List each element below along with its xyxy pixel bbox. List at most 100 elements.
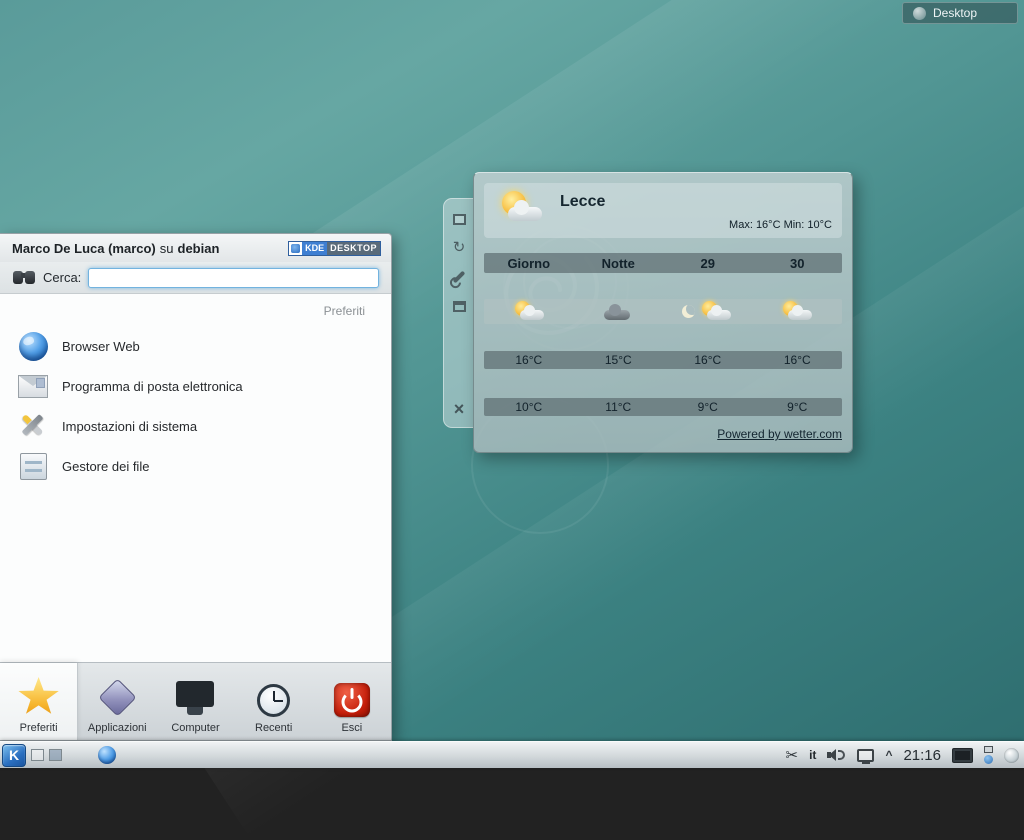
desktop-widget-icon [913, 7, 926, 20]
applications-icon [98, 678, 136, 716]
klipper-scissors-icon[interactable]: ✂ [786, 746, 799, 764]
search-icon [12, 269, 36, 286]
keyboard-layout-indicator[interactable]: it [809, 748, 816, 762]
menu-item-label: Gestore dei file [62, 459, 149, 474]
pager-icon[interactable] [49, 749, 62, 761]
tab-applicazioni[interactable]: Applicazioni [78, 663, 156, 740]
kmenu-label: K [9, 747, 19, 763]
weather-temp-cell: 16°C [753, 353, 843, 367]
section-label: Preferiti [0, 298, 391, 326]
weather-temp-cell: 16°C [663, 353, 753, 367]
tab-label: Preferiti [20, 722, 58, 734]
weather-temp-cell: 10°C [484, 400, 574, 414]
plug-icon[interactable] [984, 746, 993, 753]
weather-widget-handle[interactable]: ↻ × [443, 198, 474, 428]
weather-header: Lecce Max: 16°C Min: 10°C [484, 183, 842, 238]
kmenu-button[interactable]: K [2, 744, 26, 767]
desktop-widget-label: Desktop [933, 6, 977, 20]
search-label: Cerca: [43, 270, 81, 285]
weather-footer: Powered by wetter.com [484, 427, 842, 441]
computer-icon [176, 681, 214, 707]
show-desktop-icon[interactable] [31, 749, 44, 761]
weather-column-header: 30 [753, 256, 843, 271]
web-browser-launcher-icon[interactable] [98, 746, 116, 764]
weather-cell [484, 301, 574, 323]
weather-columns-row: Giorno Notte 29 30 [484, 253, 842, 273]
kickoff-search-row: Cerca: [0, 262, 391, 294]
weather-column-header: Notte [574, 256, 664, 271]
tools-icon [17, 410, 49, 442]
weather-temp-cell: 9°C [663, 400, 753, 414]
web-browser-icon [17, 330, 49, 362]
menu-item-label: Programma di posta elettronica [62, 379, 243, 394]
rotate-icon[interactable]: ↻ [451, 240, 467, 256]
weather-cell [574, 302, 664, 322]
cloudy-icon [604, 302, 632, 322]
tab-preferiti[interactable]: Preferiti [0, 663, 78, 740]
user-separator: su [160, 241, 174, 256]
resize-icon[interactable] [451, 211, 467, 227]
recent-clock-icon [257, 684, 290, 717]
panel-cashew-icon[interactable] [1004, 748, 1019, 763]
weather-temp-cell: 9°C [753, 400, 843, 414]
host-name: debian [178, 241, 220, 256]
weather-widget: Lecce Max: 16°C Min: 10°C Giorno Notte 2… [473, 172, 853, 453]
menu-item-system-settings[interactable]: Impostazioni di sistema [0, 406, 391, 446]
file-manager-icon [17, 450, 49, 482]
tab-computer[interactable]: Computer [156, 663, 234, 740]
weather-night-temps-row: 10°C 11°C 9°C 9°C [484, 398, 842, 416]
maximize-icon[interactable] [451, 298, 467, 314]
weather-column-header: Giorno [484, 256, 574, 271]
close-icon[interactable]: × [451, 401, 467, 417]
weather-column-header: 29 [663, 256, 753, 271]
system-tray: ✂ it ^ 21:16 [786, 746, 1022, 764]
partly-sunny-icon [512, 301, 546, 323]
device-notifier-icon[interactable] [857, 749, 874, 762]
mail-icon [17, 370, 49, 402]
weather-temp-cell: 16°C [484, 353, 574, 367]
menu-item-label: Impostazioni di sistema [62, 419, 197, 434]
weather-temp-cell: 11°C [574, 400, 664, 414]
taskbar-panel: K ✂ it ^ 21:16 [0, 741, 1024, 768]
search-input[interactable] [88, 268, 379, 288]
desktop-folder-widget[interactable]: Desktop [902, 2, 1018, 24]
weather-cell [753, 301, 843, 323]
configure-icon[interactable] [451, 269, 467, 285]
weather-city: Lecce [560, 193, 605, 211]
weather-max-min: Max: 16°C Min: 10°C [729, 219, 832, 231]
star-icon [18, 677, 60, 717]
kickoff-content: Preferiti Browser Web Programma di posta… [0, 294, 391, 662]
wetter-link[interactable]: Powered by wetter.com [717, 427, 842, 441]
kickoff-menu: Marco De Luca (marco) su debian KDE DESK… [0, 233, 392, 741]
kickoff-tab-bar: Preferiti Applicazioni Computer Recenti … [0, 662, 391, 740]
clock[interactable]: 21:16 [903, 747, 941, 764]
tray-mini-icons [984, 746, 993, 764]
partly-sunny-icon [699, 301, 733, 323]
weather-current-icon [494, 189, 546, 229]
weather-cell [663, 301, 753, 323]
power-icon [334, 683, 370, 717]
menu-item-browser-web[interactable]: Browser Web [0, 326, 391, 366]
tab-recenti[interactable]: Recenti [235, 663, 313, 740]
tab-label: Applicazioni [88, 722, 147, 734]
kde-desktop-badge: KDE DESKTOP [288, 241, 381, 256]
user-name: Marco De Luca (marco) [12, 241, 156, 256]
menu-item-label: Browser Web [62, 339, 140, 354]
tab-label: Recenti [255, 722, 292, 734]
weather-icons-row [484, 299, 842, 324]
tab-label: Computer [171, 722, 219, 734]
tray-expand-arrow[interactable]: ^ [885, 750, 892, 760]
screen-icon[interactable] [952, 748, 973, 763]
kde-logo-icon [289, 242, 302, 255]
volume-icon[interactable] [827, 747, 846, 763]
tab-esci[interactable]: Esci [313, 663, 391, 740]
weather-temp-cell: 15°C [574, 353, 664, 367]
moon-icon [682, 305, 695, 318]
weather-day-temps-row: 16°C 15°C 16°C 16°C [484, 351, 842, 369]
tab-label: Esci [341, 722, 362, 734]
menu-item-email[interactable]: Programma di posta elettronica [0, 366, 391, 406]
kickoff-header: Marco De Luca (marco) su debian KDE DESK… [0, 234, 391, 262]
notifications-icon[interactable] [984, 755, 993, 764]
menu-item-file-manager[interactable]: Gestore dei file [0, 446, 391, 486]
partly-sunny-icon [780, 301, 814, 323]
